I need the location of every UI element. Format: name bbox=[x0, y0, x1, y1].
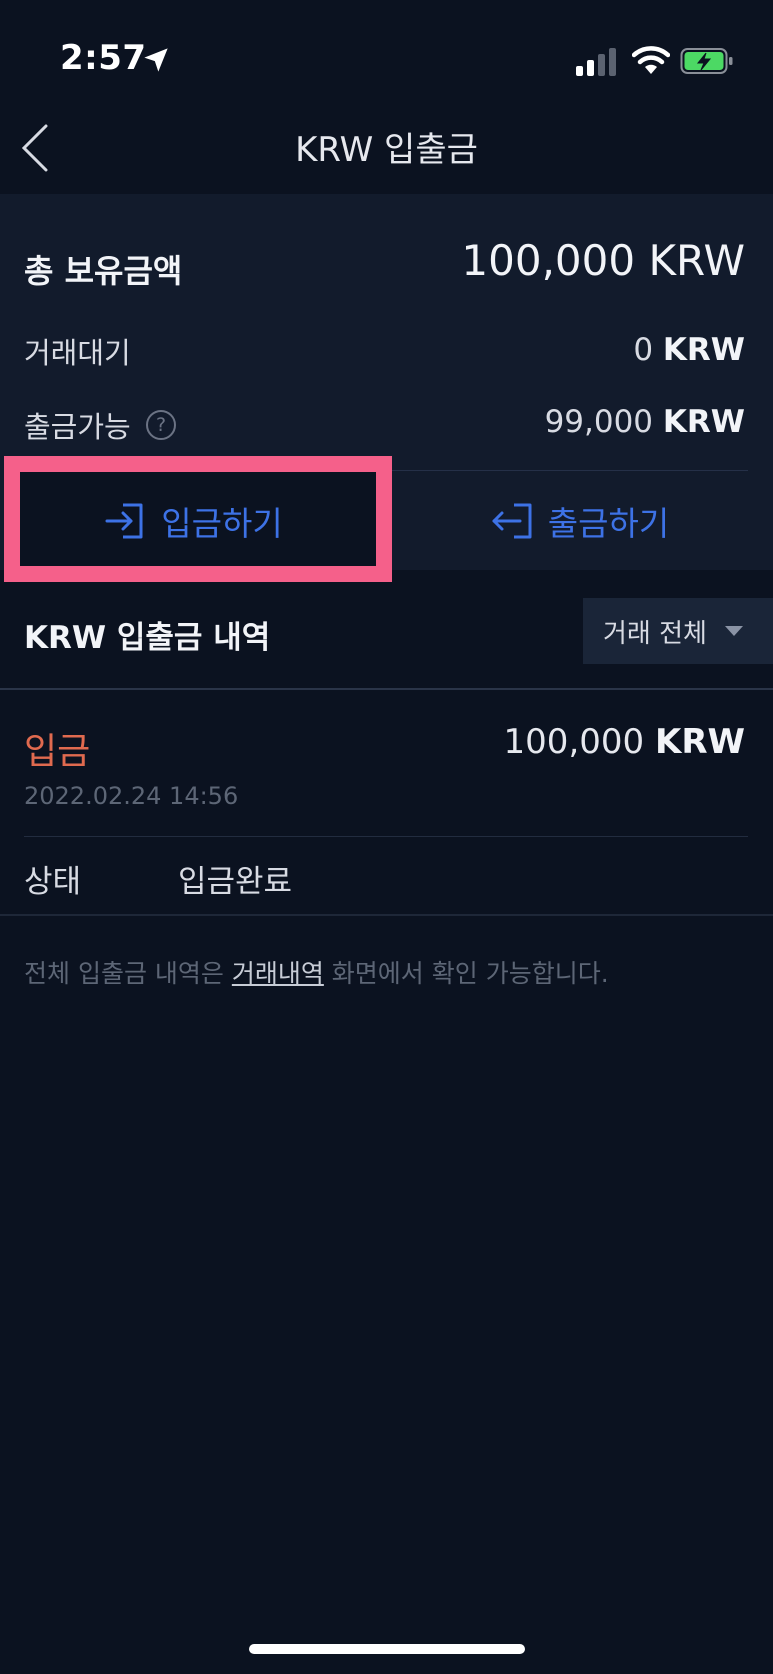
transaction-amount: 100,000 KRW bbox=[503, 722, 745, 762]
status-time: 2:57 bbox=[60, 38, 147, 78]
history-filter-dropdown[interactable]: 거래 전체 bbox=[583, 598, 773, 664]
page-title: KRW 입출금 bbox=[295, 130, 478, 170]
withdraw-icon bbox=[492, 503, 532, 539]
help-icon[interactable]: ? bbox=[146, 410, 176, 440]
home-indicator[interactable] bbox=[249, 1644, 525, 1654]
divider bbox=[0, 688, 773, 690]
pending-label: 거래대기 bbox=[24, 336, 131, 370]
transaction-history-link[interactable]: 거래내역 bbox=[232, 959, 324, 988]
filter-label: 거래 전체 bbox=[603, 618, 707, 649]
pending-value: 0 KRW bbox=[633, 332, 745, 368]
divider bbox=[24, 836, 748, 837]
deposit-button[interactable]: 입금하기 bbox=[0, 472, 386, 570]
transaction-type: 입금 bbox=[24, 731, 91, 772]
available-label: 출금가능 bbox=[24, 410, 131, 444]
transaction-status-label: 상태 bbox=[24, 864, 82, 900]
deposit-icon bbox=[105, 503, 143, 539]
signal-icon bbox=[576, 48, 616, 76]
deposit-label: 입금하기 bbox=[161, 504, 283, 543]
withdraw-label: 출금하기 bbox=[547, 504, 670, 543]
transaction-datetime: 2022.02.24 14:56 bbox=[24, 782, 239, 810]
history-note: 전체 입출금 내역은 거래내역 화면에서 확인 가능합니다. bbox=[24, 959, 609, 988]
wifi-icon bbox=[632, 46, 670, 74]
transaction-status-value: 입금완료 bbox=[178, 864, 293, 900]
available-value: 99,000 KRW bbox=[544, 404, 745, 440]
total-balance-value: 100,000 KRW bbox=[461, 236, 745, 285]
divider bbox=[0, 914, 773, 916]
battery-charging-icon bbox=[680, 48, 733, 74]
history-title: KRW 입출금 내역 bbox=[24, 620, 271, 656]
withdraw-button[interactable]: 출금하기 bbox=[386, 472, 773, 570]
divider bbox=[24, 470, 748, 471]
caret-down-icon bbox=[724, 626, 743, 636]
total-balance-label: 총 보유금액 bbox=[24, 252, 183, 290]
location-arrow-icon bbox=[144, 48, 168, 72]
